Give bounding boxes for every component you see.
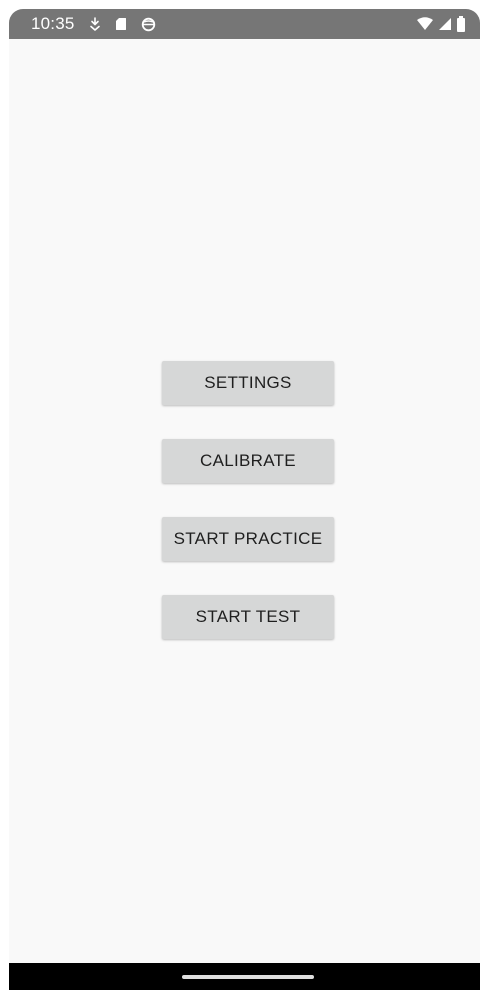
main-content: SETTINGS CALIBRATE START PRACTICE START … xyxy=(9,39,480,963)
signal-icon xyxy=(438,17,452,31)
sync-icon xyxy=(141,17,156,32)
start-practice-button[interactable]: START PRACTICE xyxy=(162,517,334,561)
home-gesture-handle[interactable] xyxy=(182,975,314,979)
status-bar: 10:35 xyxy=(9,9,480,39)
wifi-icon xyxy=(416,17,434,31)
settings-button[interactable]: SETTINGS xyxy=(162,361,334,405)
start-test-button[interactable]: START TEST xyxy=(162,595,334,639)
status-time: 10:35 xyxy=(31,14,75,33)
status-right xyxy=(416,16,466,32)
status-left: 10:35 xyxy=(31,14,156,34)
battery-icon xyxy=(456,16,466,32)
download-icon xyxy=(89,17,101,31)
sd-card-icon xyxy=(115,17,127,31)
device-screen: 10:35 SETTINGS CALIBRATE START PRACTICE … xyxy=(9,9,480,990)
calibrate-button[interactable]: CALIBRATE xyxy=(162,439,334,483)
navigation-bar xyxy=(9,963,480,990)
